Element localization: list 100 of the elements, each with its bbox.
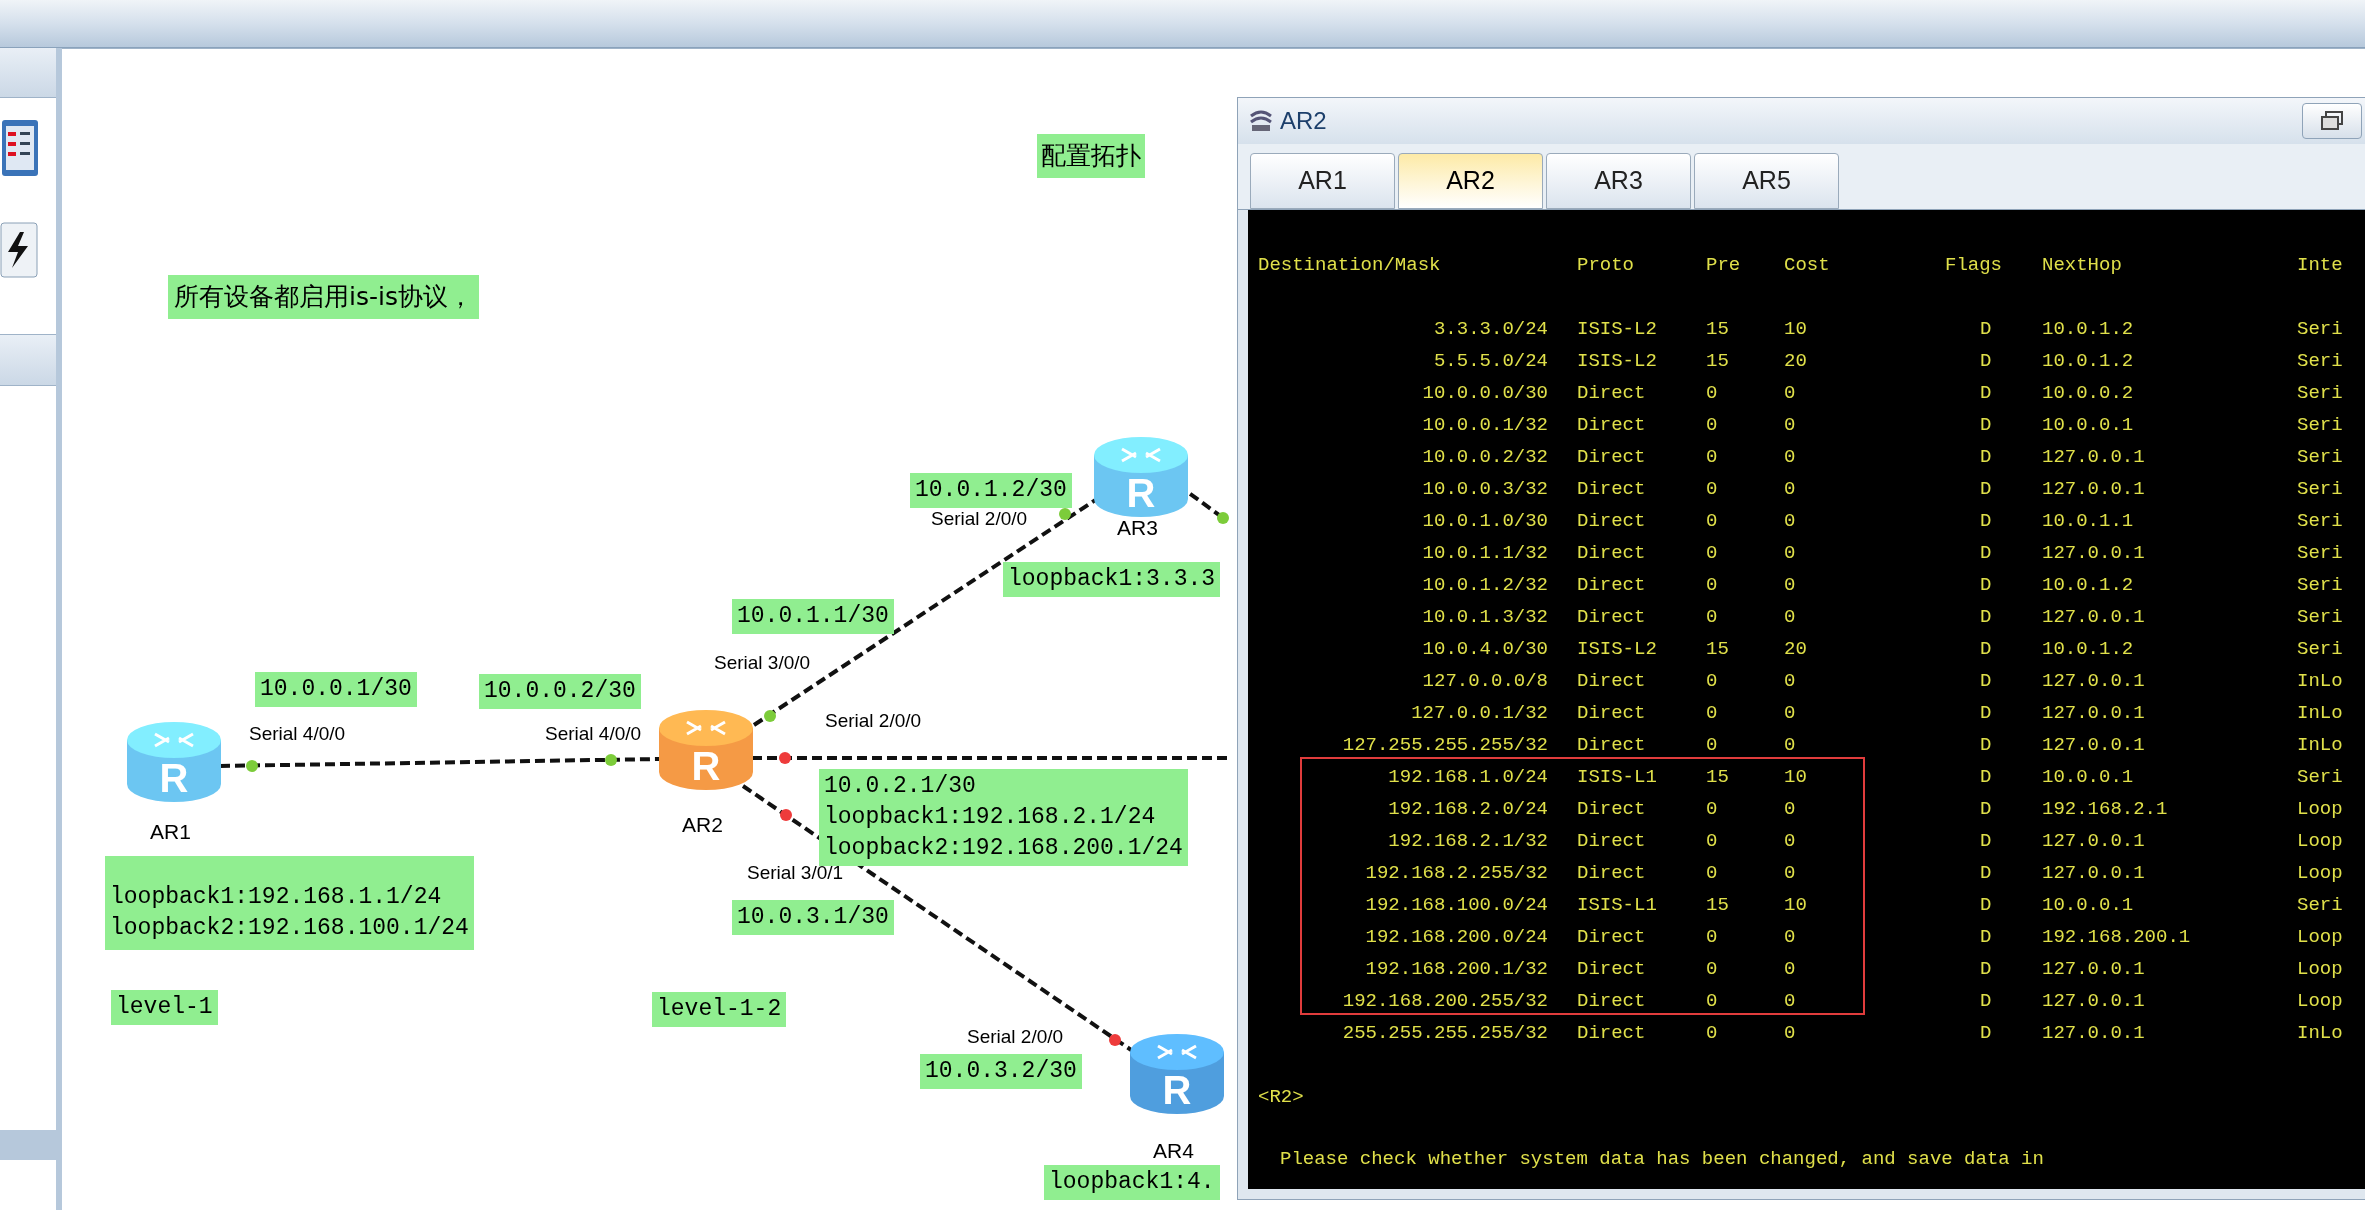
port-label: Serial 2/0/0 — [967, 1025, 1064, 1049]
route-cell-text: 127.0.0.1/32 — [1410, 700, 1548, 726]
column-header: Destination/Mask — [1258, 252, 1442, 278]
route-cell-text: 10.0.0.2/32 — [1421, 444, 1548, 470]
route-cell-text: D — [1979, 796, 1993, 822]
restore-icon — [2320, 111, 2344, 131]
route-cell-text: 0 — [1706, 604, 1719, 630]
route-cell-text: 127.0.0.1 — [2042, 476, 2146, 502]
route-cell-text: Loop — [2297, 988, 2344, 1014]
route-cell-text: 127.0.0.1 — [2042, 444, 2146, 470]
route-cell-text: 0 — [1706, 924, 1719, 950]
router-label: AR2 — [682, 812, 723, 838]
route-cell-text: Seri — [2297, 572, 2344, 598]
route-cell-text: 10.0.1.3/32 — [1421, 604, 1548, 630]
route-cell-text: 192.168.2.1/32 — [1387, 828, 1548, 854]
route-cell-text: Loop — [2297, 956, 2344, 982]
route-cell-text: 127.0.0.0/8 — [1421, 668, 1548, 694]
route-cell-text: ISIS-L2 — [1577, 636, 1658, 662]
route-cell-text: 192.168.200.1 — [2042, 924, 2192, 950]
route-cell-text: D — [1979, 860, 1993, 886]
route-cell-text: D — [1979, 540, 1993, 566]
route-cell-text: 127.0.0.1 — [2042, 604, 2146, 630]
route-cell-text: 20 — [1784, 348, 1808, 374]
device-tab[interactable]: AR3 — [1546, 153, 1691, 209]
route-cell-text: 10.0.4.0/30 — [1421, 636, 1548, 662]
route-cell-text: 0 — [1784, 956, 1797, 982]
route-cell-text: Direct — [1577, 476, 1647, 502]
route-cell-text: 192.168.2.255/32 — [1364, 860, 1548, 886]
route-cell-text: 10 — [1784, 764, 1808, 790]
column-header: Pre — [1706, 252, 1742, 278]
route-cell-text: Direct — [1577, 732, 1647, 758]
route-cell-text: Loop — [2297, 796, 2344, 822]
lightning-icon[interactable] — [0, 222, 38, 278]
route-cell-text: Seri — [2297, 444, 2344, 470]
port-label: Serial 4/0/0 — [545, 722, 642, 746]
address-label: 10.0.1.1/30 — [732, 599, 894, 634]
route-cell-text: D — [1979, 476, 1993, 502]
route-cell-text: Direct — [1577, 988, 1647, 1014]
route-cell-text: 0 — [1784, 924, 1797, 950]
route-cell-text: 10.0.1.2 — [2042, 636, 2135, 662]
route-cell-text: 0 — [1784, 380, 1797, 406]
route-cell-text: 192.168.100.0/24 — [1364, 892, 1548, 918]
route-cell-text: Direct — [1577, 508, 1647, 534]
route-cell-text: D — [1979, 924, 1993, 950]
route-cell-text: 10.0.0.2 — [2042, 380, 2135, 406]
route-cell-text: Direct — [1577, 828, 1647, 854]
route-cell-text: 0 — [1706, 1020, 1719, 1046]
route-cell-text: Seri — [2297, 540, 2344, 566]
route-cell-text: Seri — [2297, 476, 2344, 502]
route-cell-text: 0 — [1706, 572, 1719, 598]
route-cell-text: D — [1979, 1020, 1993, 1046]
route-cell-text: 0 — [1706, 476, 1719, 502]
port-label: Serial 2/0/0 — [825, 709, 922, 733]
console-icon — [1248, 108, 1274, 134]
route-cell-text: 10.0.1.2 — [2042, 348, 2135, 374]
route-cell-text: 0 — [1784, 412, 1797, 438]
route-cell-text: ISIS-L2 — [1577, 316, 1658, 342]
topology-note: 所有设备都启用is-is协议， — [168, 275, 479, 319]
route-cell-text: 0 — [1784, 572, 1797, 598]
route-cell-text: Seri — [2297, 604, 2344, 630]
route-cell-text: 127.0.0.1 — [2042, 732, 2146, 758]
route-cell-text: 127.255.255.255/32 — [1341, 732, 1548, 758]
route-cell-text: ISIS-L1 — [1577, 892, 1658, 918]
route-cell-text: 0 — [1706, 700, 1719, 726]
column-header: NextHop — [2042, 252, 2123, 278]
route-cell-text: D — [1979, 380, 1993, 406]
address-label: 10.0.2.1/30 loopback1:192.168.2.1/24 loopback2:192.168.200.1/24 — [819, 769, 1188, 866]
route-cell-text: Seri — [2297, 316, 2344, 342]
route-cell-text: 0 — [1706, 988, 1719, 1014]
port-label: Serial 4/0/0 — [249, 722, 346, 746]
address-label: 10.0.3.1/30 — [732, 900, 894, 935]
device-tab[interactable]: AR2 — [1398, 153, 1543, 209]
device-tab[interactable]: AR1 — [1250, 153, 1395, 209]
column-header: Proto — [1577, 252, 1635, 278]
device-tab[interactable]: AR5 — [1694, 153, 1839, 209]
route-cell-text: 0 — [1784, 828, 1797, 854]
route-cell-text: Seri — [2297, 508, 2344, 534]
route-cell-text: D — [1979, 892, 1993, 918]
column-header: Flags — [1945, 252, 2003, 278]
route-cell-text: 0 — [1706, 860, 1719, 886]
route-cell-text: D — [1979, 508, 1993, 534]
restore-button[interactable] — [2302, 103, 2362, 139]
route-cell-text: 3.3.3.0/24 — [1432, 316, 1548, 342]
route-cell-text: 10.0.0.1 — [2042, 412, 2135, 438]
route-cell-text: 127.0.0.1 — [2042, 860, 2146, 886]
route-cell-text: 127.0.0.1 — [2042, 540, 2146, 566]
route-cell-text: 15 — [1706, 892, 1730, 918]
route-cell-text: 10.0.1.2 — [2042, 316, 2135, 342]
port-label: Serial 2/0/0 — [931, 507, 1028, 531]
route-cell-text: 0 — [1784, 508, 1797, 534]
route-cell-text: InLo — [2297, 700, 2344, 726]
route-cell-text: ISIS-L2 — [1577, 348, 1658, 374]
route-cell-text: 192.168.200.0/24 — [1364, 924, 1548, 950]
column-header: Inte — [2297, 252, 2344, 278]
route-cell-text: Direct — [1577, 956, 1647, 982]
route-cell-text: 15 — [1706, 636, 1730, 662]
route-cell-text: 0 — [1784, 796, 1797, 822]
route-cell-text: InLo — [2297, 732, 2344, 758]
console-prompt: <R2> — [1258, 1085, 1304, 1110]
route-cell-text: 192.168.200.255/32 — [1341, 988, 1548, 1014]
